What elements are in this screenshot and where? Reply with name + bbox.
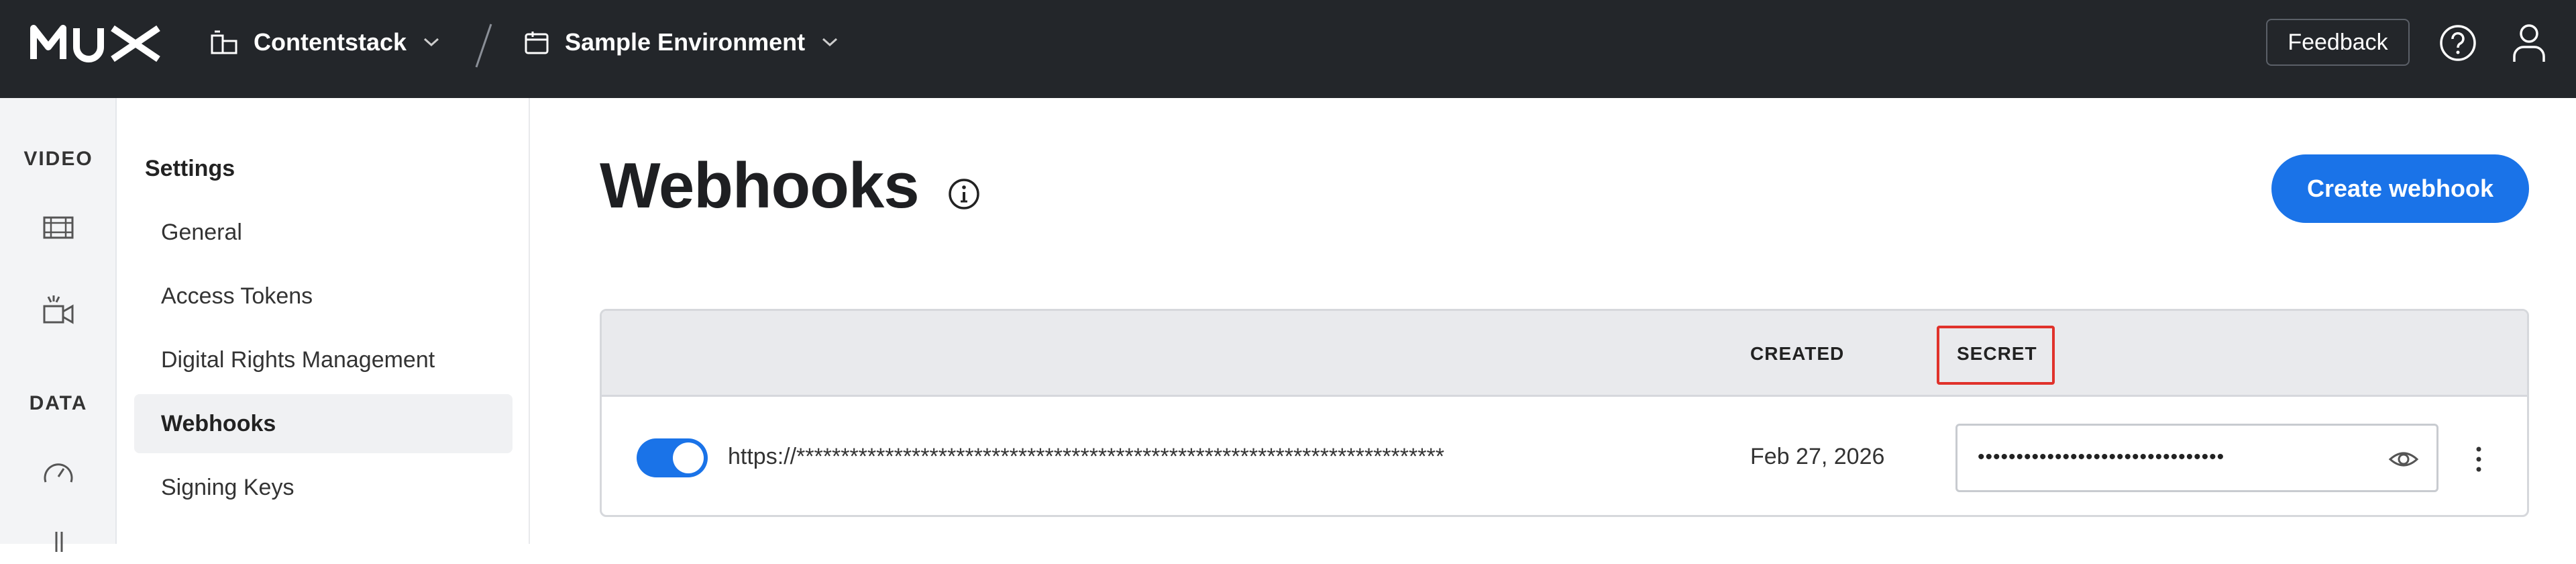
main-content: Webhooks Create webhook CREATED SECRET h…	[530, 98, 2576, 544]
org-selector[interactable]: Contentstack	[209, 0, 441, 85]
user-account-icon[interactable]	[2509, 21, 2549, 64]
page-title: Webhooks	[600, 150, 920, 222]
live-camera-icon[interactable]	[39, 291, 78, 330]
nav-item-signing-keys[interactable]: Signing Keys	[134, 458, 513, 517]
table-row: https://********************************…	[602, 397, 2527, 515]
nav-item-label: Signing Keys	[161, 474, 294, 500]
column-header-secret: SECRET	[1957, 343, 2037, 364]
toggle-knob	[673, 442, 704, 473]
rail-label-video: VIDEO	[23, 148, 93, 170]
settings-nav-title: Settings	[145, 156, 235, 181]
nav-item-label: Webhooks	[161, 410, 276, 436]
secret-masked-value: ••••••••••••••••••••••••••••••••	[1978, 446, 2225, 468]
webhook-url[interactable]: https://********************************…	[728, 444, 1444, 470]
nav-item-general[interactable]: General	[134, 203, 513, 262]
environment-selector[interactable]: Sample Environment	[523, 0, 840, 85]
help-icon[interactable]	[2438, 23, 2478, 63]
top-bar: Contentstack Sample Environment Feedback	[0, 0, 2576, 98]
webhook-created-date: Feb 27, 2026	[1750, 444, 1885, 469]
chevron-down-icon	[421, 36, 441, 49]
rail-label-data: DATA	[29, 392, 88, 414]
nav-item-digital-rights-management[interactable]: Digital Rights Management	[134, 330, 513, 389]
eye-icon[interactable]	[2388, 446, 2419, 473]
feedback-button[interactable]: Feedback	[2266, 19, 2410, 66]
more-options-icon[interactable]	[2472, 442, 2485, 476]
breadcrumb-separator	[470, 19, 496, 73]
column-header-created: CREATED	[1750, 343, 1845, 364]
nav-item-webhooks[interactable]: Webhooks	[134, 394, 513, 453]
info-icon[interactable]	[946, 176, 982, 212]
chevron-down-icon	[820, 36, 840, 49]
org-icon	[209, 29, 239, 56]
settings-nav: Settings General Access Tokens Digital R…	[117, 98, 530, 544]
environment-name: Sample Environment	[565, 28, 806, 56]
org-name: Contentstack	[254, 28, 407, 56]
mux-logo[interactable]	[30, 20, 164, 67]
webhook-enabled-toggle[interactable]	[637, 438, 708, 477]
create-webhook-button[interactable]: Create webhook	[2271, 154, 2529, 223]
nav-item-label: General	[161, 219, 242, 245]
film-icon[interactable]	[39, 208, 78, 247]
nav-item-label: Digital Rights Management	[161, 346, 435, 373]
product-rail: VIDEO DATA	[0, 98, 117, 552]
metrics-icon[interactable]	[39, 525, 78, 564]
nav-item-access-tokens[interactable]: Access Tokens	[134, 267, 513, 326]
webhook-secret-field[interactable]: ••••••••••••••••••••••••••••••••	[1955, 424, 2438, 492]
webhooks-table: CREATED SECRET https://*****************…	[600, 309, 2529, 517]
environment-icon	[523, 29, 550, 56]
gauge-icon[interactable]	[39, 454, 78, 493]
table-header: CREATED SECRET	[602, 311, 2527, 397]
nav-item-label: Access Tokens	[161, 283, 313, 309]
